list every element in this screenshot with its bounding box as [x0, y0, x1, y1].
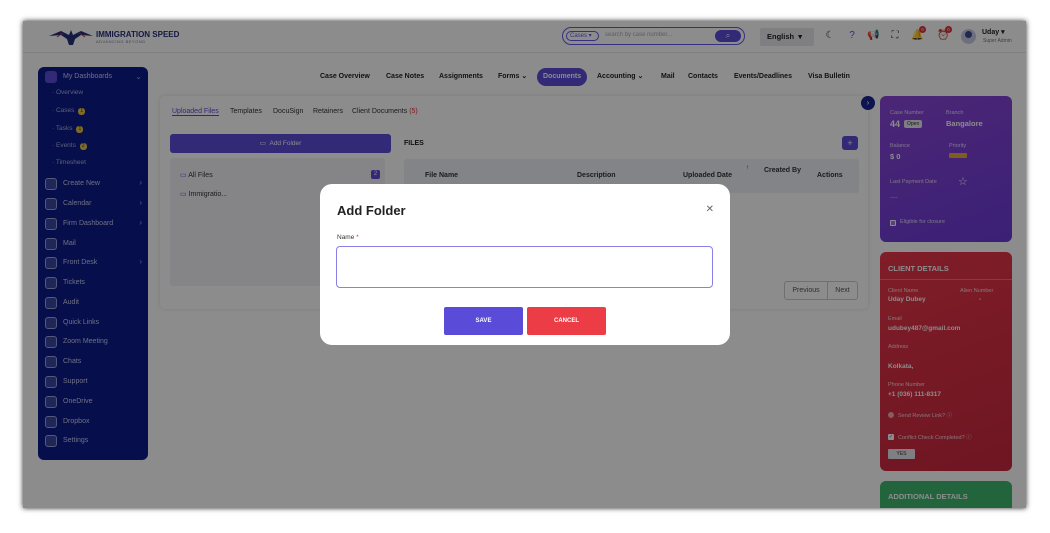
folder-name-input[interactable] — [336, 246, 713, 288]
name-label: Name * — [337, 234, 359, 241]
cancel-button[interactable]: CANCEL — [527, 307, 606, 335]
close-icon[interactable]: ✕ — [706, 204, 714, 215]
save-button[interactable]: SAVE — [444, 307, 523, 335]
modal-title: Add Folder — [337, 203, 406, 218]
app-window: IMMIGRATION SPEED ADVANCING BEYOND Cases… — [23, 21, 1026, 508]
add-folder-modal: Add Folder ✕ Name * SAVE CANCEL — [320, 184, 730, 345]
